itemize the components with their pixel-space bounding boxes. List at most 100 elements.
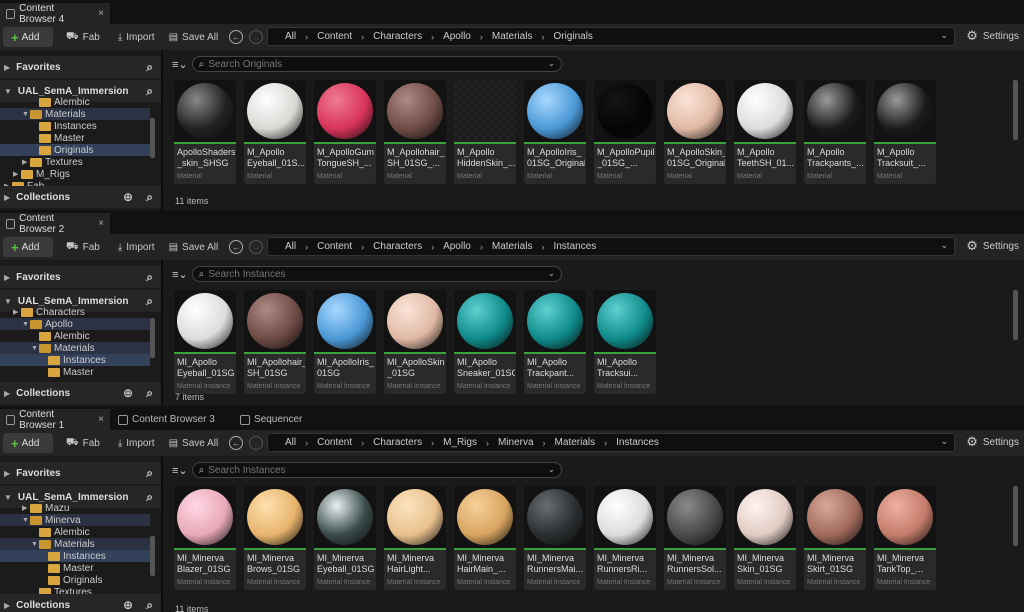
search-icon[interactable]: ⌕ xyxy=(146,598,153,612)
asset-tile[interactable]: M_Apollo TeethSH_01... Material xyxy=(734,80,796,184)
caret-down-icon[interactable]: ▼ xyxy=(22,321,30,328)
tab-content-browser-4[interactable]: Content Browser 4 × xyxy=(0,3,110,25)
asset-tile[interactable]: MI_Minerva Blazer_01SG Material Instance xyxy=(174,486,236,590)
folder-master[interactable]: Master xyxy=(0,366,150,378)
asset-tile[interactable]: M_ApolloGum TongueSH_... Material xyxy=(314,80,376,184)
folder-characters[interactable]: ▶ Characters xyxy=(0,306,150,318)
search-icon[interactable]: ⌕ xyxy=(146,466,153,481)
fab-button[interactable]: ⛟ Fab xyxy=(61,27,105,47)
folder-materials[interactable]: ▼ Materials xyxy=(0,342,150,354)
folder-materials[interactable]: ▼ Materials xyxy=(0,108,150,120)
folder-textures[interactable]: Textures xyxy=(0,586,150,594)
close-tab-icon[interactable]: × xyxy=(98,414,104,425)
forward-icon[interactable]: → xyxy=(249,30,264,44)
search-input[interactable] xyxy=(208,58,529,70)
search-box[interactable]: ⌕⌄ xyxy=(191,266,562,282)
collections-header[interactable]: ▶ Collections ⊕ ⌕ xyxy=(0,382,161,404)
save-all-button[interactable]: ▤ Save All xyxy=(164,27,224,47)
breadcrumb-item[interactable]: Materials xyxy=(546,437,605,448)
breadcrumb-item[interactable]: All xyxy=(276,437,305,448)
close-tab-icon[interactable]: × xyxy=(98,8,104,19)
fab-button[interactable]: ⛟ Fab xyxy=(61,433,105,453)
add-collection-icon[interactable]: ⊕ xyxy=(123,190,133,204)
breadcrumb-item[interactable]: Content xyxy=(308,241,361,252)
favorites-header[interactable]: ▶ Favorites ⌕ xyxy=(0,266,161,288)
caret-down-icon[interactable]: ▼ xyxy=(4,87,12,96)
search-icon[interactable]: ⌕ xyxy=(146,60,153,75)
caret-right-icon[interactable]: ▶ xyxy=(22,504,30,512)
caret-right-icon[interactable]: ▶ xyxy=(13,170,21,178)
chevron-down-icon[interactable]: ⌄ xyxy=(940,240,948,251)
caret-right-icon[interactable]: ▶ xyxy=(22,158,30,166)
folder-master[interactable]: Master xyxy=(0,562,150,574)
add-collection-icon[interactable]: ⊕ xyxy=(123,386,133,400)
save-all-button[interactable]: ▤ Save All xyxy=(164,237,224,257)
asset-tile[interactable]: MI_Minerva Skirt_01SG Material Instance xyxy=(804,486,866,590)
folder-instances[interactable]: Instances xyxy=(0,120,150,132)
breadcrumb-item[interactable]: Characters xyxy=(364,437,431,448)
breadcrumb-item[interactable]: Apollo xyxy=(434,31,480,42)
folder-alembic[interactable]: Alembic xyxy=(0,330,150,342)
folder-originals[interactable]: Originals xyxy=(0,574,150,586)
asset-tile[interactable]: MI_Minerva HairLight... Material Instance xyxy=(384,486,446,590)
back-icon[interactable]: ← xyxy=(229,240,244,254)
tree-scrollbar[interactable] xyxy=(150,318,155,358)
folder-apollo[interactable]: ▼ Apollo xyxy=(0,318,150,330)
tab-content-browser-2[interactable]: Content Browser 2 × xyxy=(0,213,110,235)
tab-content-browser-1[interactable]: Content Browser 1 × xyxy=(0,409,110,431)
asset-tile[interactable]: MI_ApolloIris_ 01SG Material Instance xyxy=(314,290,376,394)
search-input[interactable] xyxy=(208,268,529,280)
caret-right-icon[interactable]: ▶ xyxy=(4,389,10,398)
asset-tile[interactable]: MI_Minerva HairMain_... Material Instance xyxy=(454,486,516,590)
import-button[interactable]: ⤓ Import xyxy=(113,237,160,257)
caret-down-icon[interactable]: ▼ xyxy=(31,541,39,548)
asset-scrollbar[interactable] xyxy=(1013,80,1018,140)
caret-right-icon[interactable]: ▶ xyxy=(4,273,10,282)
tab-content-browser-3[interactable]: Content Browser 3 xyxy=(112,409,222,430)
breadcrumb-item[interactable]: Apollo xyxy=(434,241,480,252)
folder-m-rigs[interactable]: ▶ M_Rigs xyxy=(0,168,150,180)
search-box[interactable]: ⌕⌄ xyxy=(191,56,562,72)
breadcrumb-item[interactable]: All xyxy=(276,241,305,252)
caret-right-icon[interactable]: ▶ xyxy=(4,193,10,202)
search-icon[interactable]: ⌕ xyxy=(146,190,153,205)
folder-originals[interactable]: Originals xyxy=(0,144,150,156)
save-all-button[interactable]: ▤ Save All xyxy=(164,433,224,453)
forward-icon[interactable]: → xyxy=(249,240,264,254)
asset-tile[interactable]: M_Apollohair_ SH_01SG_... Material xyxy=(384,80,446,184)
settings-button[interactable]: ⚙ Settings xyxy=(966,434,1019,450)
asset-tile[interactable]: MI_ApolloSkin _01SG Material Instance xyxy=(384,290,446,394)
asset-tile[interactable]: MI_Minerva Skin_01SG Material Instance xyxy=(734,486,796,590)
breadcrumb-item[interactable]: Minerva xyxy=(489,437,543,448)
asset-tile[interactable]: MI_Apollo Trackpant... Material Instance xyxy=(524,290,586,394)
caret-down-icon[interactable]: ▼ xyxy=(4,297,12,306)
folder-textures[interactable]: ▶ Textures xyxy=(0,156,150,168)
tree-scrollbar[interactable] xyxy=(150,118,155,158)
caret-down-icon[interactable]: ▼ xyxy=(4,493,12,502)
breadcrumb-item[interactable]: M_Rigs xyxy=(434,437,486,448)
breadcrumb-item[interactable]: Content xyxy=(308,437,361,448)
chevron-down-icon[interactable]: ⌄ xyxy=(940,30,948,41)
breadcrumb-item[interactable]: All xyxy=(276,31,305,42)
asset-tile[interactable]: M_ApolloPupil _01SG_... Material xyxy=(594,80,656,184)
asset-tile[interactable]: M_Apollo Trackpants_... Material xyxy=(804,80,866,184)
asset-tile[interactable]: MI_Minerva Eyeball_01SG Material Instance xyxy=(314,486,376,590)
fab-button[interactable]: ⛟ Fab xyxy=(61,237,105,257)
asset-scrollbar[interactable] xyxy=(1013,290,1018,340)
asset-tile[interactable]: M_ApolloSkin_ 01SG_Original Material xyxy=(664,80,726,184)
filter-icon[interactable]: ≡⌄ xyxy=(172,464,188,477)
settings-button[interactable]: ⚙ Settings xyxy=(966,238,1019,254)
folder-instances[interactable]: Instances xyxy=(0,550,150,562)
favorites-header[interactable]: ▶ Favorites ⌕ xyxy=(0,56,161,78)
asset-tile[interactable]: M_Apollo Eyeball_01S... Material xyxy=(244,80,306,184)
back-icon[interactable]: ← xyxy=(229,30,244,44)
filter-icon[interactable]: ≡⌄ xyxy=(172,58,188,71)
folder-instances[interactable]: Instances xyxy=(0,354,150,366)
asset-tile[interactable]: MI_Minerva RunnersRi... Material Instance xyxy=(594,486,656,590)
back-icon[interactable]: ← xyxy=(229,436,244,450)
chevron-down-icon[interactable]: ⌄ xyxy=(548,59,555,68)
import-button[interactable]: ⤓ Import xyxy=(113,433,160,453)
chevron-down-icon[interactable]: ⌄ xyxy=(548,269,555,278)
asset-tile[interactable]: MI_Apollo Eyeball_01SG Material Instance xyxy=(174,290,236,394)
import-button[interactable]: ⤓ Import xyxy=(113,27,160,47)
